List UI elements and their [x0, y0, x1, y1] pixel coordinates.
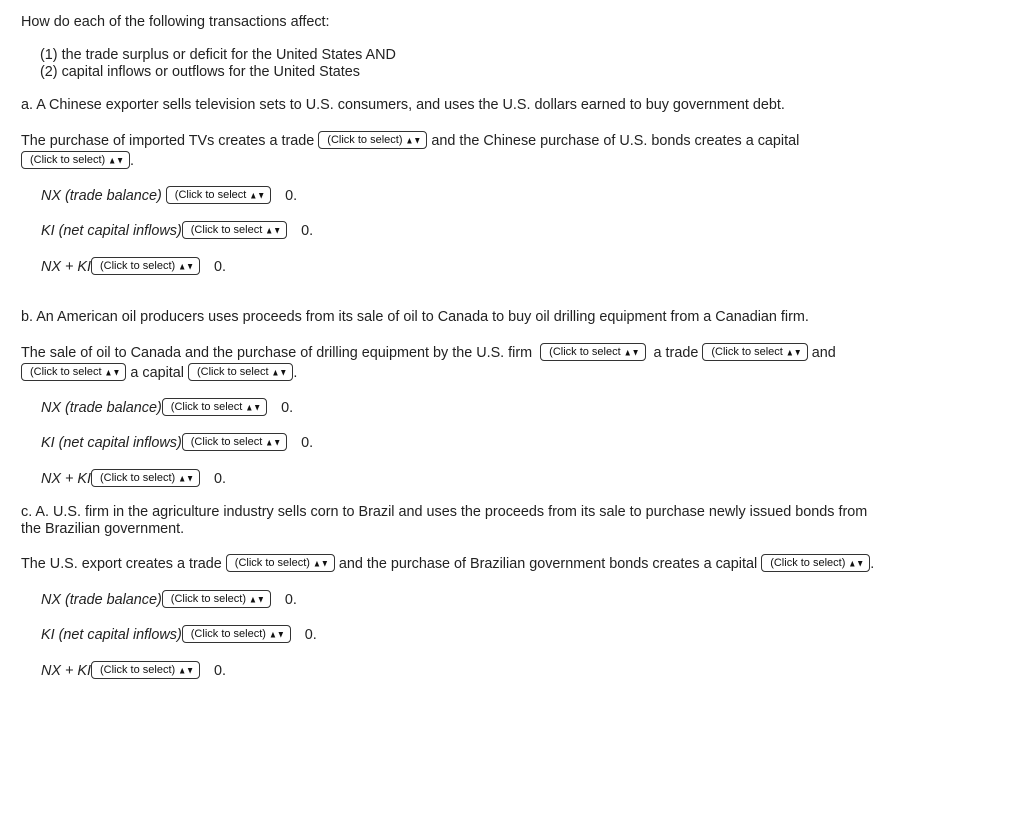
- nx-label: NX (trade balance): [41, 187, 162, 204]
- zero-value: 0.: [284, 591, 297, 608]
- part-b-sum-row: NX + KI (Click to select) ▲▼ 0.: [41, 469, 227, 488]
- part-c-nx-select[interactable]: (Click to select) ▲▼: [161, 590, 271, 608]
- up-down-arrows-icon: ▲▼: [405, 135, 422, 146]
- part-b-trade-select[interactable]: (Click to select ▲▼: [702, 343, 808, 361]
- sum-label: NX + KI: [41, 470, 91, 487]
- part-c-prompt-line2: the Brazilian government.: [21, 521, 185, 537]
- criteria-item-2: (2) capital inflows or outflows for the …: [40, 64, 360, 80]
- nx-label: NX (trade balance): [41, 399, 162, 416]
- part-c-text-2: and the purchase of Brazilian government…: [338, 555, 758, 572]
- part-c-ki-select[interactable]: (Click to select) ▲▼: [181, 625, 291, 643]
- part-a-ki-select[interactable]: (Click to select ▲▼: [181, 221, 288, 239]
- zero-value: 0.: [301, 222, 314, 239]
- part-c-sentence: The U.S. export creates a trade (Click t…: [21, 554, 875, 572]
- up-down-arrows-icon: ▲▼: [268, 629, 285, 640]
- part-c-ki-row: KI (net capital inflows) (Click to select…: [41, 625, 317, 644]
- up-down-arrows-icon: ▲▼: [108, 155, 125, 166]
- up-down-arrows-icon: ▲▼: [249, 190, 266, 201]
- part-a-nx-row: NX (trade balance) (Click to select ▲▼ 0.: [41, 186, 298, 205]
- zero-value: 0.: [301, 434, 314, 451]
- part-a-capital-select[interactable]: (Click to select) ▲▼: [21, 151, 131, 169]
- criteria-item-1: (1) the trade surplus or deficit for the…: [40, 47, 396, 63]
- part-a-sum-select[interactable]: (Click to select) ▲▼: [91, 257, 201, 275]
- up-down-arrows-icon: ▲▼: [178, 665, 195, 676]
- part-c-text-1: The U.S. export creates a trade: [21, 555, 222, 572]
- zero-value: 0.: [285, 187, 298, 204]
- part-b-prompt: b. An American oil producers uses procee…: [21, 309, 809, 325]
- part-a-sentence-line1: The purchase of imported TVs creates a t…: [21, 131, 800, 150]
- part-b-ki-select[interactable]: (Click to select ▲▼: [181, 433, 288, 451]
- up-down-arrows-icon: ▲▼: [248, 594, 265, 605]
- part-c-capital-select[interactable]: (Click to select) ▲▼: [761, 554, 871, 572]
- part-b-nx-select[interactable]: (Click to select ▲▼: [161, 398, 268, 416]
- part-a-sum-row: NX + KI (Click to select) ▲▼ 0.: [41, 257, 227, 276]
- sum-label: NX + KI: [41, 258, 91, 275]
- part-a-nx-select[interactable]: (Click to select ▲▼: [165, 186, 272, 204]
- up-down-arrows-icon: ▲▼: [265, 225, 282, 236]
- up-down-arrows-icon: ▲▼: [312, 558, 329, 569]
- up-down-arrows-icon: ▲▼: [265, 437, 282, 448]
- part-b-sum-select[interactable]: (Click to select) ▲▼: [91, 469, 201, 487]
- part-b-ki-row: KI (net capital inflows) (Click to select…: [41, 433, 314, 452]
- part-c-trade-select[interactable]: (Click to select) ▲▼: [225, 554, 335, 572]
- part-c-sum-row: NX + KI (Click to select) ▲▼ 0.: [41, 661, 227, 680]
- part-a-sentence-line2: (Click to select) ▲▼.: [21, 151, 134, 170]
- ki-label: KI (net capital inflows): [41, 222, 182, 239]
- part-b-text-4: a capital: [130, 364, 184, 381]
- part-b-text-3: and: [811, 344, 836, 361]
- up-down-arrows-icon: ▲▼: [245, 402, 262, 413]
- zero-value: 0.: [214, 662, 227, 679]
- ki-label: KI (net capital inflows): [41, 434, 182, 451]
- up-down-arrows-icon: ▲▼: [178, 473, 195, 484]
- up-down-arrows-icon: ▲▼: [623, 347, 640, 358]
- part-c-nx-row: NX (trade balance) (Click to select) ▲▼ 0.: [41, 590, 297, 609]
- part-b-text-1: The sale of oil to Canada and the purcha…: [21, 344, 533, 361]
- up-down-arrows-icon: ▲▼: [271, 367, 288, 378]
- question-heading: How do each of the following transaction…: [21, 14, 330, 30]
- zero-value: 0.: [281, 399, 294, 416]
- sum-label: NX + KI: [41, 662, 91, 679]
- part-a-prompt: a. A Chinese exporter sells television s…: [21, 97, 785, 113]
- part-b-select-1[interactable]: (Click to select ▲▼: [540, 343, 646, 361]
- zero-value: 0.: [214, 470, 227, 487]
- ki-label: KI (net capital inflows): [41, 626, 182, 643]
- part-b-sentence-line2: (Click to select ▲▼ a capital (Click to s…: [21, 363, 297, 382]
- part-a-text-1: The purchase of imported TVs creates a t…: [21, 132, 315, 149]
- part-a-trade-select[interactable]: (Click to select) ▲▼: [318, 131, 428, 149]
- up-down-arrows-icon: ▲▼: [785, 347, 802, 358]
- part-b-nx-row: NX (trade balance) (Click to select ▲▼ 0.: [41, 398, 294, 417]
- part-b-select-3[interactable]: (Click to select ▲▼: [21, 363, 127, 381]
- up-down-arrows-icon: ▲▼: [178, 261, 195, 272]
- part-b-text-2: a trade: [653, 344, 699, 361]
- part-b-capital-select[interactable]: (Click to select ▲▼: [187, 363, 294, 381]
- part-c-prompt-line1: c. A. U.S. firm in the agriculture indus…: [21, 504, 868, 520]
- zero-value: 0.: [214, 258, 227, 275]
- up-down-arrows-icon: ▲▼: [104, 367, 121, 378]
- part-b-sentence-line1: The sale of oil to Canada and the purcha…: [21, 343, 836, 362]
- part-a-text-2: and the Chinese purchase of U.S. bonds c…: [431, 132, 800, 149]
- zero-value: 0.: [304, 626, 317, 643]
- part-c-sum-select[interactable]: (Click to select) ▲▼: [91, 661, 201, 679]
- nx-label: NX (trade balance): [41, 591, 162, 608]
- part-a-ki-row: KI (net capital inflows) (Click to select…: [41, 221, 314, 240]
- up-down-arrows-icon: ▲▼: [848, 558, 865, 569]
